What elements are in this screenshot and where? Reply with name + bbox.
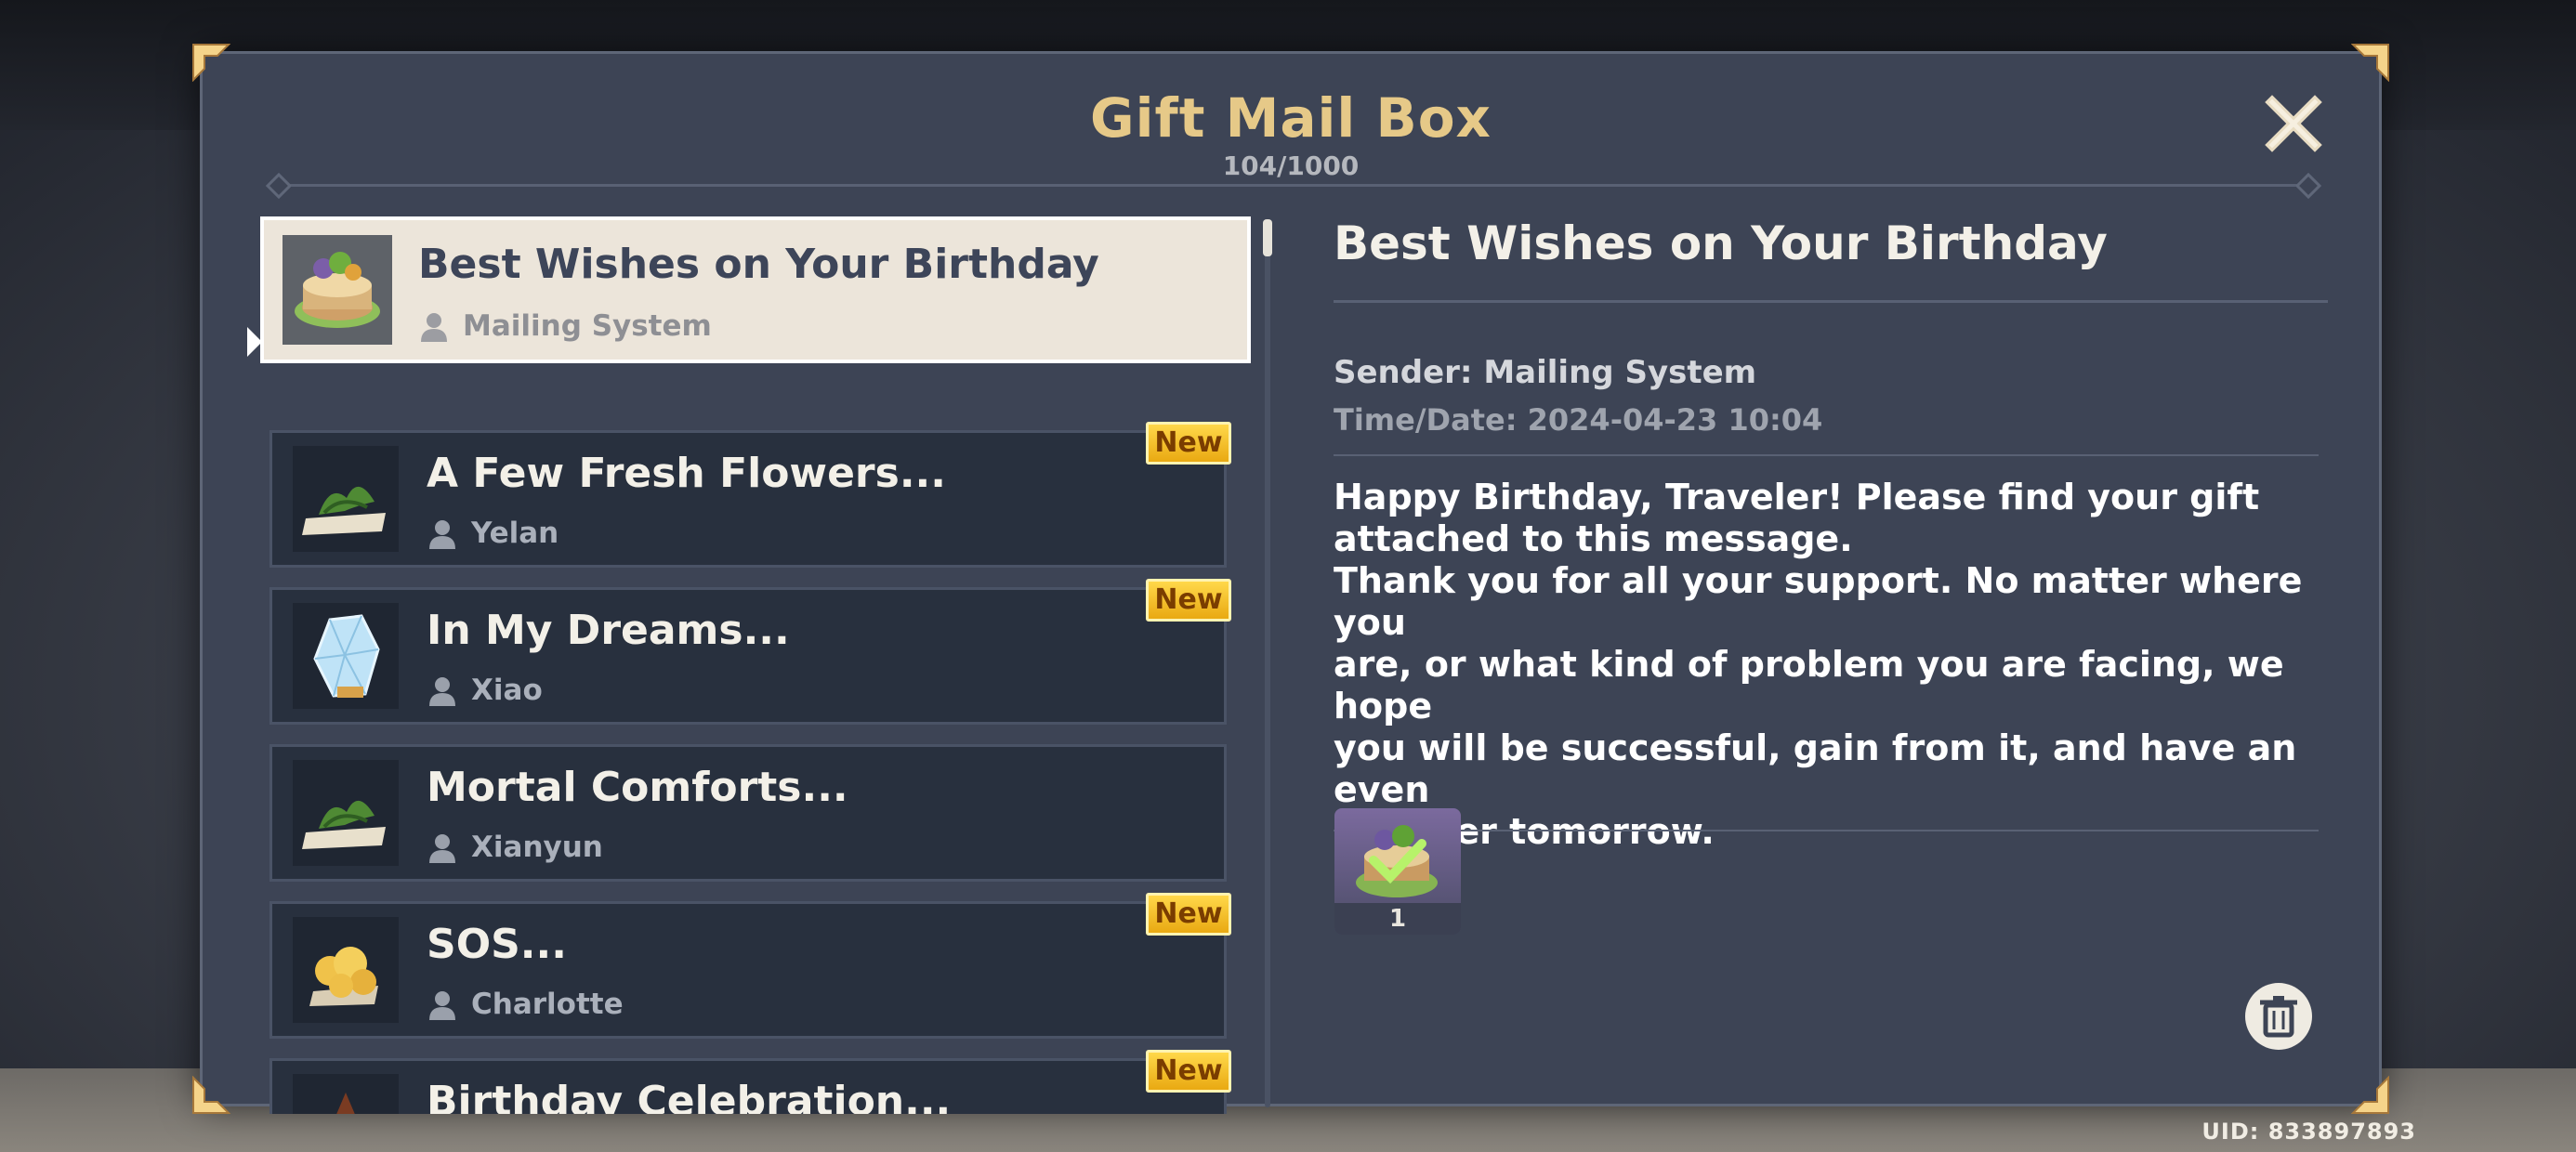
- delete-button[interactable]: [2245, 983, 2312, 1050]
- player-uid: UID: 833897893: [2201, 1119, 2416, 1145]
- mail-count: 104/1000: [1222, 151, 1360, 181]
- mail-item-birthday-celebration[interactable]: Birthday Celebration... New: [269, 1050, 1231, 1114]
- mail-item-mortal-comforts[interactable]: Mortal Comforts... Xianyun: [269, 744, 1227, 882]
- new-badge: New: [1146, 1050, 1231, 1093]
- scrollbar-thumb[interactable]: [1263, 219, 1272, 256]
- mail-item-sos[interactable]: SOS... Charlotte New: [269, 893, 1231, 1039]
- mail-item-fresh-flowers[interactable]: A Few Fresh Flowers... Yelan New: [269, 422, 1231, 568]
- mail-sender: Charlotte: [471, 988, 624, 1021]
- mail-subject: SOS...: [427, 921, 567, 968]
- title-divider: [268, 184, 2312, 187]
- new-badge: New: [1146, 579, 1231, 622]
- corner-ornament-icon: [191, 1076, 230, 1115]
- dialog-title: Gift Mail Box: [1090, 86, 1492, 150]
- corner-ornament-icon: [2351, 43, 2390, 82]
- attachment-quantity: 1: [1334, 903, 1461, 935]
- mail-sender: Xianyun: [471, 831, 603, 864]
- mail-subject: Birthday Celebration...: [427, 1078, 952, 1114]
- person-icon: [429, 991, 455, 1020]
- mail-sender: Yelan: [471, 517, 559, 550]
- close-icon: [2265, 95, 2322, 152]
- new-badge: New: [1146, 422, 1231, 465]
- person-icon: [421, 313, 447, 342]
- corner-ornament-icon: [191, 43, 230, 82]
- gift-mail-dialog: Gift Mail Box 104/1000 Best Wishes on Yo…: [192, 44, 2389, 1114]
- herbs-on-plate-icon: [293, 446, 399, 552]
- detail-divider: [1334, 300, 2328, 303]
- detail-divider: [1334, 454, 2319, 456]
- mail-sender: Mailing System: [463, 309, 712, 343]
- mail-item-in-my-dreams[interactable]: In My Dreams... Xiao New: [269, 579, 1231, 725]
- close-button[interactable]: [2261, 91, 2326, 156]
- detail-subject: Best Wishes on Your Birthday: [1334, 216, 2108, 270]
- mail-subject: Mortal Comforts...: [427, 764, 848, 811]
- mail-subject: In My Dreams...: [427, 607, 790, 654]
- attachment-item[interactable]: 1: [1334, 808, 1461, 935]
- mail-subject: A Few Fresh Flowers...: [427, 450, 946, 497]
- crystal-icon: [293, 603, 399, 709]
- mail-subject: Best Wishes on Your Birthday: [418, 241, 1099, 288]
- herbs-on-plate-icon: [293, 760, 399, 866]
- detail-time: Time/Date: 2024-04-23 10:04: [1334, 402, 1823, 438]
- dish-icon: [293, 1074, 399, 1114]
- detail-sender: Sender: Mailing System: [1334, 354, 1757, 391]
- pastry-icon: [293, 917, 399, 1023]
- corner-ornament-icon: [2351, 1076, 2390, 1115]
- mail-list[interactable]: Best Wishes on Your Birthday Mailing Sys…: [260, 216, 1251, 1114]
- birthday-cake-claimed-icon: [1356, 825, 1438, 897]
- person-icon: [429, 520, 455, 549]
- mail-list-scrollbar[interactable]: [1263, 219, 1272, 1107]
- new-badge: New: [1146, 893, 1231, 936]
- detail-body-text: Happy Birthday, Traveler! Please find yo…: [1334, 477, 2303, 852]
- person-icon: [429, 677, 455, 706]
- person-icon: [429, 834, 455, 863]
- birthday-cake-icon: [283, 235, 392, 345]
- trash-icon: [2260, 996, 2297, 1038]
- attachment-divider: [1334, 830, 2319, 831]
- mail-item-best-wishes[interactable]: Best Wishes on Your Birthday Mailing Sys…: [260, 216, 1251, 363]
- mail-sender: Xiao: [471, 674, 543, 707]
